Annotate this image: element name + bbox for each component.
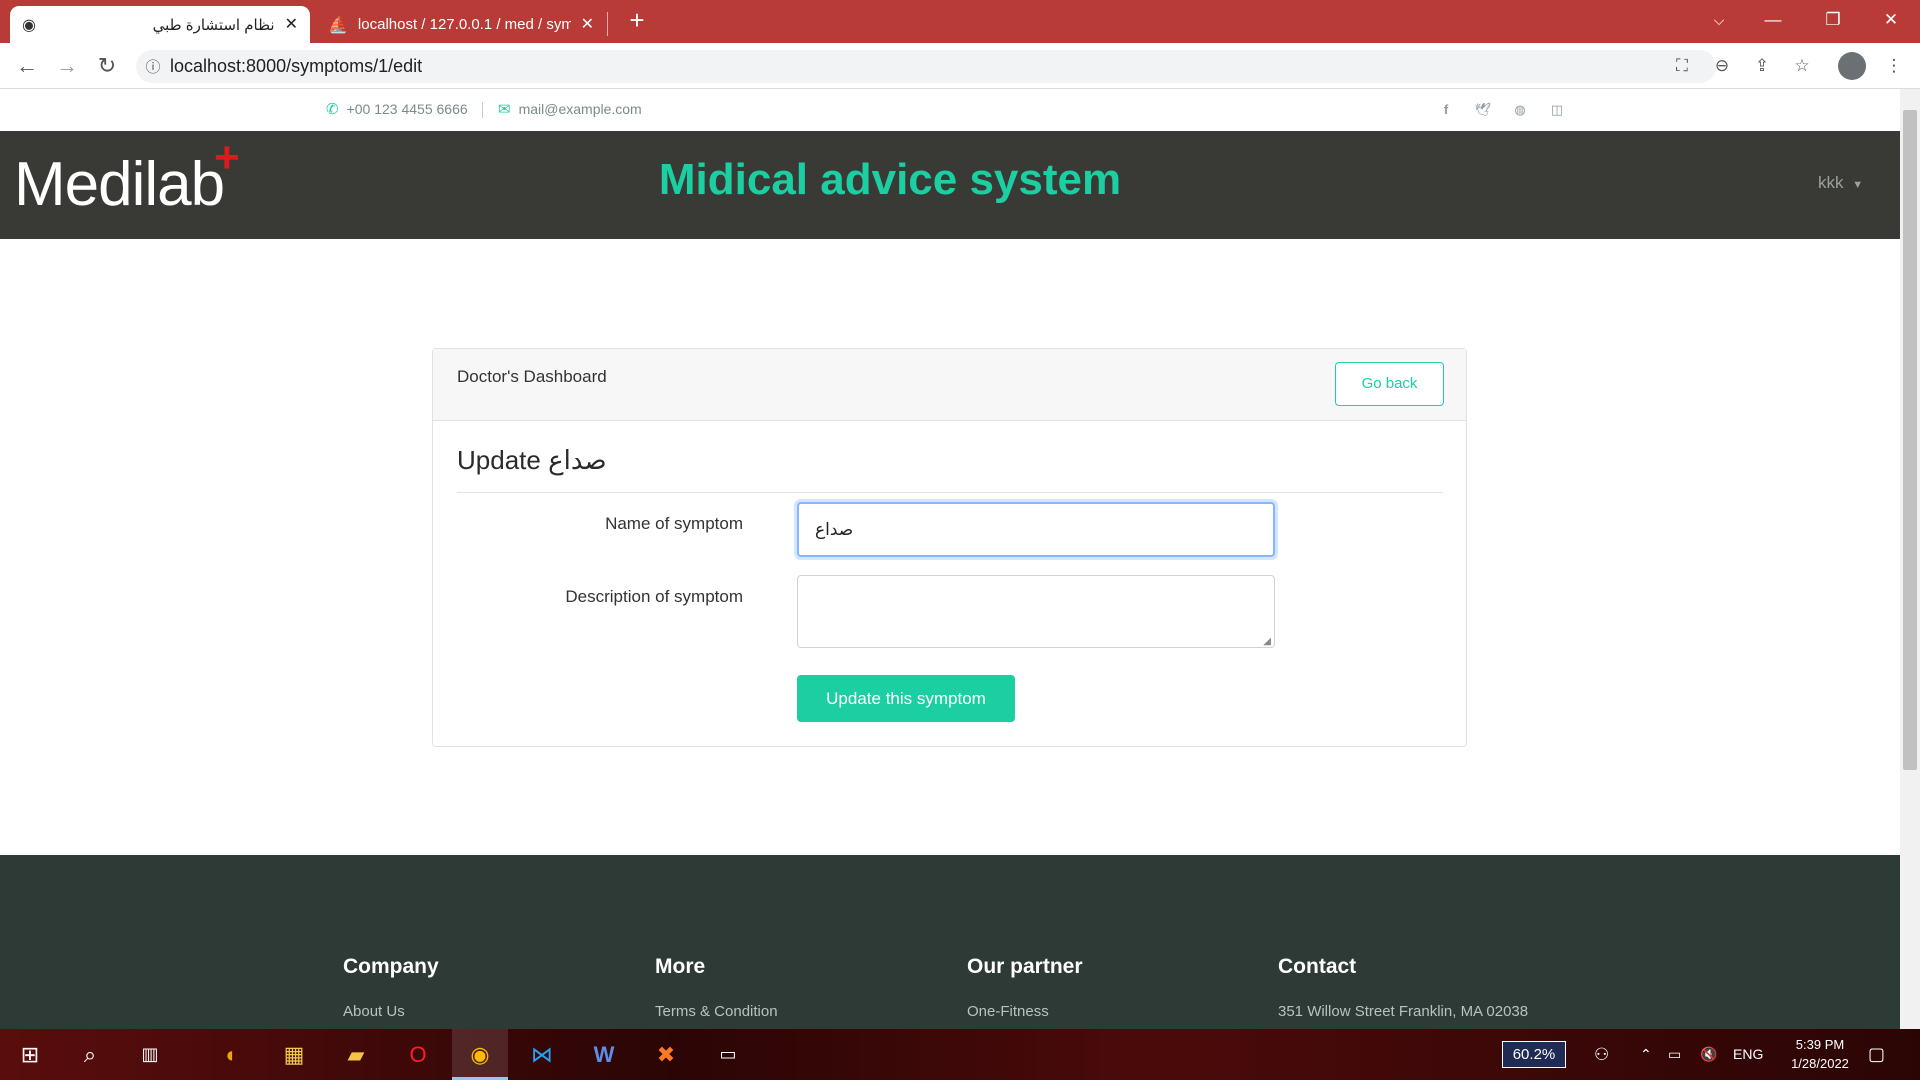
footer-heading-company: Company (343, 955, 439, 978)
notifications-icon[interactable]: ▢ (1868, 1029, 1885, 1080)
card-header-title: Doctor's Dashboard (457, 367, 607, 386)
card-header: Doctor's Dashboard Go back (433, 349, 1466, 421)
contact-topbar: ✆ +00 123 4455 6666 ✉ mail@example.com f… (0, 89, 1900, 131)
dribbble-icon[interactable]: ◍ (1510, 100, 1530, 120)
user-name: kkk (1818, 173, 1844, 192)
tab-close-icon[interactable]: ✕ (285, 16, 298, 33)
symptom-description-textarea[interactable]: ◢ (797, 575, 1275, 648)
resize-handle-icon[interactable]: ◢ (1263, 636, 1271, 647)
people-icon[interactable]: ⚇ (1594, 1029, 1609, 1080)
symptom-card: Doctor's Dashboard Go back Update صداع N… (432, 348, 1467, 747)
footer-heading-contact: Contact (1278, 955, 1357, 978)
language-indicator[interactable]: ENG (1733, 1029, 1763, 1080)
footer-heading-more: More (655, 955, 706, 978)
file-explorer-icon[interactable]: ▰ (328, 1029, 384, 1080)
name-label: Name of symptom (605, 514, 743, 533)
browser-tab-bar: ◉ نظام استشارة طبي ✕ ⛵ localhost / 127.0… (0, 0, 1920, 43)
scrollbar-thumb[interactable] (1903, 110, 1917, 770)
zoom-indicator[interactable]: 60.2% (1502, 1041, 1566, 1068)
site-footer: Company More Our partner Contact About U… (0, 855, 1900, 1029)
chevron-up-icon[interactable]: ⌃ (1640, 1029, 1652, 1080)
update-heading: Update صداع (457, 445, 607, 475)
windows-start-icon[interactable]: ⊞ (2, 1029, 58, 1080)
url-text: localhost:8000/symptoms/1/edit (170, 56, 423, 76)
chrome-icon[interactable]: ◉ (452, 1029, 508, 1080)
translate-icon[interactable]: ⛶ (1668, 52, 1696, 80)
phone-info: ✆ +00 123 4455 6666 (326, 100, 468, 118)
envelope-icon: ✉ (498, 101, 511, 118)
terminal-icon[interactable]: ▭ (700, 1029, 756, 1080)
clock-time: 5:39 PM (1795, 1037, 1845, 1052)
reload-icon[interactable]: ↻ (92, 51, 122, 81)
phone-number: +00 123 4455 6666 (346, 101, 468, 117)
new-tab-button[interactable]: + (624, 7, 650, 35)
symptom-name-input[interactable]: صداع (797, 502, 1275, 557)
close-window-button[interactable]: ✕ (1862, 0, 1920, 40)
footer-link[interactable]: Terms & Condition (655, 1003, 778, 1020)
forward-arrow-icon[interactable]: → (52, 51, 82, 81)
go-back-button[interactable]: Go back (1335, 362, 1444, 406)
input-value: صداع (815, 520, 854, 539)
clock[interactable]: 5:39 PM 1/28/2022 (1780, 1035, 1860, 1073)
xampp-icon[interactable]: ✖ (638, 1029, 694, 1080)
divider (482, 102, 483, 118)
windows-taskbar: ⊞ ⌕ ▥ ◐ ▦ ▰ O ◉ ⋈ W ✖ ▭ 60.2% ⚇ ⌃ ▭ 🔇 EN… (0, 1029, 1920, 1080)
footer-link[interactable]: One-Fitness (967, 1003, 1049, 1020)
globe-icon: ◉ (22, 16, 36, 34)
search-icon[interactable]: ⌕ (62, 1029, 118, 1080)
twitter-icon[interactable]: 🕊 (1473, 100, 1493, 120)
vscode-icon[interactable]: ⋈ (514, 1029, 570, 1080)
browser-toolbar: ← → ↻ ⓘ localhost:8000/symptoms/1/edit ⛶… (0, 43, 1920, 89)
phone-icon: ✆ (326, 101, 339, 118)
site-info-icon[interactable]: ⓘ (136, 56, 170, 77)
tab-title: نظام استشارة طبي (152, 16, 275, 34)
opera-icon[interactable]: O (390, 1029, 446, 1080)
minimize-button[interactable]: — (1744, 0, 1802, 40)
clock-date: 1/28/2022 (1791, 1056, 1849, 1071)
volume-muted-icon[interactable]: 🔇 (1700, 1029, 1717, 1080)
footer-link[interactable]: About Us (343, 1003, 405, 1020)
footer-address: 351 Willow Street Franklin, MA 02038 (1278, 1003, 1529, 1020)
user-dropdown[interactable]: kkk ▼ (1818, 173, 1863, 193)
tab-phpmyadmin[interactable]: ⛵ localhost / 127.0.0.1 / med / symptoms… (316, 6, 606, 43)
profile-avatar-icon[interactable] (1838, 52, 1866, 80)
network-icon[interactable]: ▭ (1668, 1029, 1681, 1080)
address-bar[interactable]: ⓘ localhost:8000/symptoms/1/edit (136, 50, 1716, 83)
instagram-icon[interactable]: ◫ (1547, 100, 1567, 120)
restore-button[interactable]: ❐ (1804, 0, 1862, 40)
caret-down-icon: ▼ (1852, 179, 1864, 191)
task-view-icon[interactable]: ▥ (122, 1029, 178, 1080)
app-icon[interactable]: ◐ (204, 1029, 260, 1080)
tab-divider (607, 12, 608, 36)
tab-medical-advice[interactable]: ◉ نظام استشارة طبي ✕ (10, 6, 310, 43)
store-icon[interactable]: ▦ (266, 1029, 322, 1080)
divider (457, 492, 1443, 493)
email-address[interactable]: mail@example.com (519, 101, 642, 117)
web-page: ✆ +00 123 4455 6666 ✉ mail@example.com f… (0, 89, 1900, 1029)
tab-title: localhost / 127.0.0.1 / med / symptoms (357, 16, 571, 33)
facebook-icon[interactable]: f (1436, 100, 1456, 120)
share-icon[interactable]: ⇪ (1748, 52, 1776, 80)
zoom-out-icon[interactable]: ⊖ (1708, 52, 1736, 80)
phpmyadmin-icon: ⛵ (328, 16, 348, 34)
footer-heading-partner: Our partner (967, 955, 1083, 978)
site-header: Medilab + Midical advice system kkk ▼ (0, 131, 1900, 239)
bookmark-star-icon[interactable]: ☆ (1788, 52, 1816, 80)
word-icon[interactable]: W (576, 1029, 632, 1080)
tab-close-icon[interactable]: ✕ (581, 16, 594, 33)
back-arrow-icon[interactable]: ← (12, 51, 42, 81)
kebab-menu-icon[interactable]: ⋮ (1880, 52, 1908, 80)
description-label: Description of symptom (565, 587, 743, 606)
update-symptom-button[interactable]: Update this symptom (797, 675, 1015, 722)
site-title: Midical advice system (658, 155, 1122, 204)
tab-search-button[interactable]: ⌵ (1690, 0, 1748, 40)
email-info: ✉ mail@example.com (498, 100, 642, 118)
